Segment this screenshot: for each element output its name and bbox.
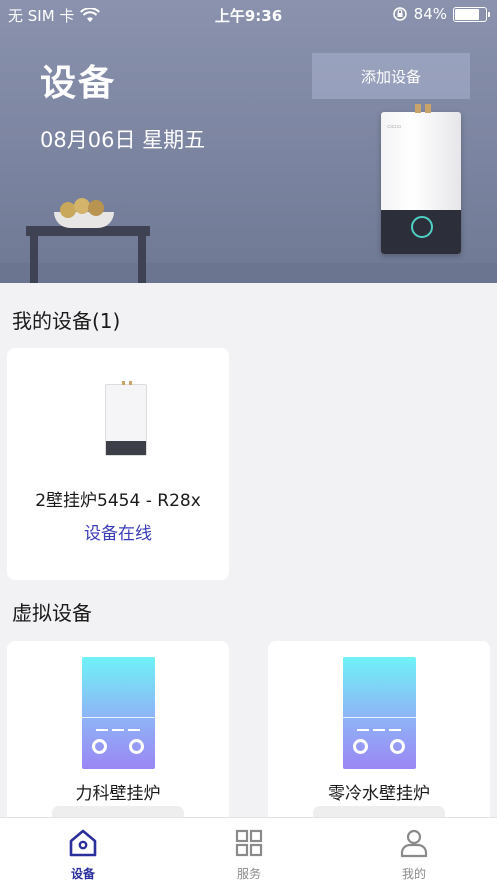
virtual-boiler-image (82, 657, 155, 769)
boiler-pipe (122, 381, 125, 385)
device-name: 2壁挂炉5454 - R28x (35, 491, 201, 511)
virtual-devices-title: 虚拟设备 (12, 601, 92, 625)
battery-icon (453, 6, 490, 22)
tab-label: 我的 (401, 867, 426, 881)
boiler-knob (92, 739, 107, 754)
home-icon (69, 829, 97, 857)
boiler-pipe (129, 381, 132, 385)
my-devices-title: 我的设备(1) (12, 309, 121, 333)
boiler-dash (389, 729, 401, 731)
device-status: 设备在线 (84, 524, 152, 544)
virtual-boiler-image (343, 657, 416, 769)
tab-bar: 设备 服务 我的 (0, 817, 497, 883)
tab-label: 设备 (70, 867, 95, 881)
boiler-dash (96, 729, 108, 731)
boiler-divider (343, 717, 416, 718)
page-title: 设备 (40, 63, 117, 104)
hero-banner: 设备 08月06日 星期五 添加设备 ▭▭▭ (0, 0, 497, 283)
boiler-thumbnail (105, 381, 147, 456)
boiler-divider (82, 717, 155, 718)
boiler-knob (390, 739, 405, 754)
boiler-panel (106, 441, 146, 455)
boiler-knob (129, 739, 144, 754)
device-card[interactable]: 2壁挂炉5454 - R28x 设备在线 (7, 348, 229, 580)
boiler-dash (373, 729, 385, 731)
tab-label: 服务 (236, 867, 261, 881)
boiler-knob (353, 739, 368, 754)
tab-devices[interactable]: 设备 (0, 818, 166, 883)
boiler-pipe (415, 104, 421, 113)
orientation-lock-icon (392, 7, 407, 21)
battery-percent: 84% (413, 5, 447, 23)
hero-floor (0, 263, 497, 283)
tab-services[interactable]: 服务 (166, 818, 332, 883)
virtual-device-name: 零冷水壁挂炉 (328, 784, 430, 804)
boiler-dash (357, 729, 369, 731)
boiler-screen (411, 216, 433, 238)
boiler-dash (128, 729, 140, 731)
boiler-panel (381, 210, 461, 254)
battery-fill (455, 8, 479, 20)
boiler-brand-mark: ▭▭▭ (387, 124, 402, 130)
virtual-device-name: 力科壁挂炉 (75, 784, 161, 804)
grid-icon (235, 829, 263, 857)
status-bar: 无 SIM 卡 上午9:36 84% (0, 0, 497, 28)
table-leg (30, 236, 38, 283)
boiler-pipe (425, 104, 431, 113)
boiler-image: ▭▭▭ (381, 104, 461, 254)
virtual-device-card[interactable]: 力科壁挂炉 (7, 641, 229, 831)
tab-profile[interactable]: 我的 (331, 818, 497, 883)
add-device-button[interactable]: 添加设备 (312, 53, 470, 99)
fruit (88, 200, 104, 216)
table-leg (138, 236, 146, 283)
user-icon (400, 829, 428, 858)
virtual-device-card[interactable]: 零冷水壁挂炉 (268, 641, 490, 831)
date-label: 08月06日 星期五 (40, 128, 206, 152)
boiler-dash (112, 729, 124, 731)
